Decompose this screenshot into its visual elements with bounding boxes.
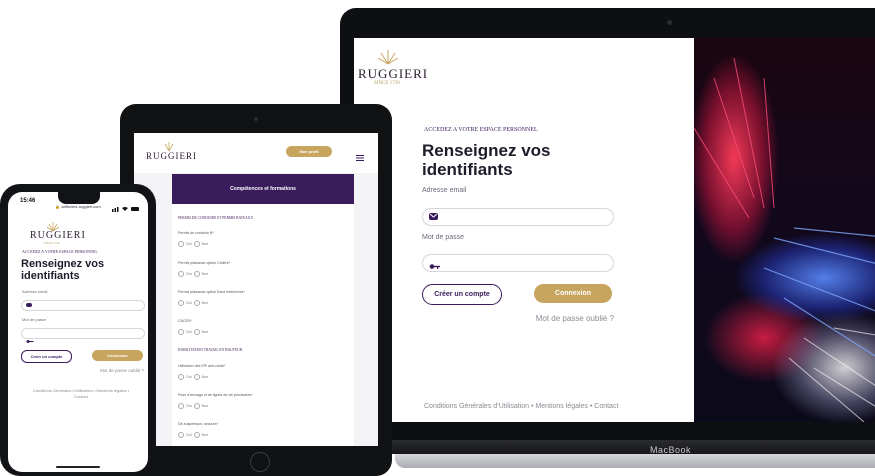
laptop-base xyxy=(395,454,875,468)
question-label: Permis de conduire B* xyxy=(178,231,214,235)
phone-screen: 15:46 🔒 artificiers-ruggieri.com RUGGIER… xyxy=(8,192,148,472)
footer-links[interactable]: Conditions Générales d’Utilisation • Men… xyxy=(424,403,618,410)
radio-yes-label: Oui xyxy=(186,241,192,246)
login-eyebrow: ACCEDEZ A VOTRE ESPACE PERSONNEL xyxy=(424,127,538,133)
question-label: Dé-suspension, secours* xyxy=(178,422,218,426)
radio-no[interactable] xyxy=(193,374,200,380)
radio-yes-label: Oui xyxy=(186,329,192,334)
mail-icon xyxy=(429,213,438,220)
phone-email-label: Adresse email xyxy=(22,289,48,294)
radio-no[interactable] xyxy=(193,432,200,438)
radio-group[interactable]: Oui Non xyxy=(178,329,208,335)
email-label: Adresse email xyxy=(422,187,467,194)
phone-forgot-password-link[interactable]: Mot de passe oublié ? xyxy=(78,368,144,373)
radio-group[interactable]: Oui Non xyxy=(178,432,208,438)
radio-yes[interactable] xyxy=(178,300,184,306)
radio-group[interactable]: Oui Non xyxy=(178,271,208,277)
question-label: Permis plaisance option Côtière* xyxy=(178,261,231,265)
create-account-button[interactable]: Créer un compte xyxy=(422,284,502,305)
radio-yes-label: Oui xyxy=(186,432,192,437)
fireworks-image xyxy=(694,38,875,422)
phone-brand-logo: RUGGIERI xyxy=(30,230,86,241)
radio-no[interactable] xyxy=(193,403,200,409)
radio-group[interactable]: Oui Non xyxy=(178,374,208,380)
radio-group[interactable]: Oui Non xyxy=(178,300,208,306)
connect-button[interactable]: Connexion xyxy=(534,284,612,303)
radio-yes[interactable] xyxy=(178,241,184,247)
phone-password-field[interactable] xyxy=(21,328,145,343)
phone-title-line-1: Renseignez vos xyxy=(21,258,105,270)
phone-key-icon xyxy=(26,331,34,349)
password-field[interactable] xyxy=(422,254,614,272)
radio-no[interactable] xyxy=(193,329,200,335)
phone-mail-icon xyxy=(26,303,32,307)
phone-notch xyxy=(58,192,100,204)
form-card: PERMIS DE CONDUIRE ET PERMIS BATEAUX Per… xyxy=(172,204,354,446)
radio-yes-label: Oui xyxy=(186,271,192,276)
brand-logo-text: RUGGIERI xyxy=(358,66,429,81)
phone-title: Renseignez vos identifiants xyxy=(21,258,104,282)
radio-no-label: Non xyxy=(201,403,209,408)
question-label: Utilisation des EPI anti-chute* xyxy=(178,364,226,368)
radio-group[interactable]: Oui Non xyxy=(178,241,208,247)
radio-group[interactable]: Oui Non xyxy=(178,403,208,409)
tablet-camera xyxy=(254,117,258,121)
phone-eyebrow: ACCEDEZ A VOTRE ESPACE PERSONNEL xyxy=(22,249,98,254)
title-line-1: Renseignez vos xyxy=(422,141,551,160)
url-bar[interactable]: 🔒 artificiers-ruggieri.com xyxy=(8,204,148,209)
group-title-height-work: HABILITATION TRAVAIL EN HAUTEUR xyxy=(178,348,243,352)
phone-password-label: Mot de passe xyxy=(22,317,47,322)
radio-no-label: Non xyxy=(201,271,209,276)
logo-sparkle-icon xyxy=(376,46,400,66)
url-text: artificiers-ruggieri.com xyxy=(61,204,101,209)
laptop-screen: RUGGIERI SINCE 1739 ACCEDEZ A VOTRE ESPA… xyxy=(354,38,875,422)
tablet-brand-logo: RUGGIERI xyxy=(146,151,197,161)
page-title: Renseignez vos identifiants xyxy=(422,141,551,179)
phone-footer-links[interactable]: Conditions Générales d’Utilisation • Men… xyxy=(26,388,136,400)
forgot-password-link[interactable]: Mot de passe oublié ? xyxy=(534,314,614,323)
phone-brand-since: SINCE 1739 xyxy=(44,241,60,245)
radio-yes-label: Oui xyxy=(186,300,192,305)
radio-yes[interactable] xyxy=(178,271,184,277)
section-header: Compétences et formations xyxy=(172,174,354,204)
group-title-licenses: PERMIS DE CONDUIRE ET PERMIS BATEAUX xyxy=(178,216,253,220)
camera-dot xyxy=(667,20,672,25)
radio-yes[interactable] xyxy=(178,374,184,380)
question-label: Pose d’ancrage et de lignes de vie provi… xyxy=(178,393,253,397)
radio-no-label: Non xyxy=(201,374,209,379)
radio-no-label: Non xyxy=(201,329,209,334)
email-field[interactable] xyxy=(422,208,614,226)
laptop-hinge xyxy=(340,440,875,454)
profile-button[interactable]: Mon profil xyxy=(286,146,332,157)
radio-no-label: Non xyxy=(201,432,209,437)
laptop-label: MacBook xyxy=(650,445,692,455)
radio-no[interactable] xyxy=(193,300,200,306)
password-label: Mot de passe xyxy=(422,234,465,241)
tablet-home-button[interactable] xyxy=(250,452,270,472)
radio-yes[interactable] xyxy=(178,329,184,335)
radio-no[interactable] xyxy=(193,241,200,247)
tablet-screen: RUGGIERI Mon profil Compétences et forma… xyxy=(134,133,378,446)
key-icon xyxy=(429,258,441,276)
radio-yes-label: Oui xyxy=(186,374,192,379)
radio-yes[interactable] xyxy=(178,432,184,438)
phone-email-field[interactable] xyxy=(21,300,145,311)
phone-connect-button[interactable]: Connexion xyxy=(92,350,143,361)
radio-yes[interactable] xyxy=(178,403,184,409)
radio-no[interactable] xyxy=(193,271,200,277)
radio-no-label: Non xyxy=(201,241,209,246)
brand-since: SINCE 1739 xyxy=(374,81,400,86)
radio-yes-label: Oui xyxy=(186,403,192,408)
menu-icon[interactable] xyxy=(356,148,364,166)
phone-title-line-2: identifiants xyxy=(21,270,80,282)
phone-home-indicator[interactable] xyxy=(56,466,100,468)
radio-no-label: Non xyxy=(201,300,209,305)
title-line-2: identifiants xyxy=(422,160,513,179)
question-label: Permis plaisance option Eaux Intérieures… xyxy=(178,290,245,294)
question-label: CACES* xyxy=(178,319,192,323)
phone-create-account-button[interactable]: Créer un compte xyxy=(21,350,72,363)
